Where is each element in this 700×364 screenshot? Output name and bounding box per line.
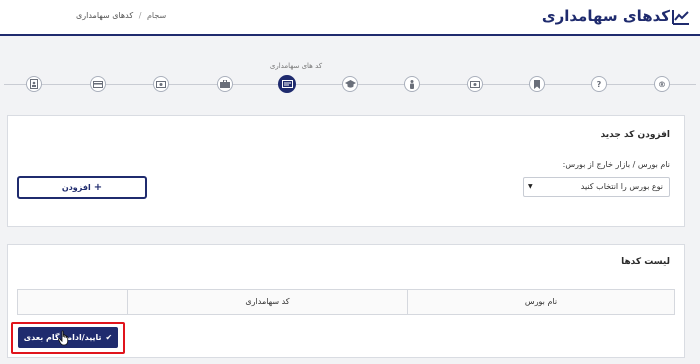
registered-icon: ® bbox=[658, 79, 666, 89]
step-registered[interactable]: ® bbox=[654, 76, 670, 92]
step-education[interactable] bbox=[342, 76, 358, 92]
exchange-type-select[interactable]: نوع بورس را انتخاب کنید ▼ bbox=[523, 177, 670, 197]
active-step-caption: کد های سهامداری bbox=[269, 62, 323, 70]
question-icon: ? bbox=[596, 79, 602, 89]
id-card-icon bbox=[281, 80, 293, 88]
step-money-1[interactable] bbox=[467, 76, 483, 92]
column-header-actions bbox=[18, 290, 127, 314]
page-title: کدهای سهامداری bbox=[541, 7, 670, 25]
codes-list-heading: لیست کدها bbox=[621, 257, 670, 267]
add-button-label: افزودن bbox=[61, 183, 91, 192]
check-icon: ✔ bbox=[105, 333, 113, 342]
breadcrumb: سجام / کدهای سهامداری bbox=[76, 11, 166, 20]
add-code-panel: افزودن کد جدید نام بورس / بازار خارج از … bbox=[7, 115, 685, 227]
contact-card-icon bbox=[30, 79, 38, 89]
exchange-type-select-value: نوع بورس را انتخاب کنید bbox=[580, 182, 663, 191]
step-bookmark[interactable] bbox=[529, 76, 545, 92]
chart-line-icon bbox=[672, 10, 689, 25]
step-person[interactable] bbox=[404, 76, 420, 92]
breadcrumb-home[interactable]: سجام bbox=[147, 11, 166, 20]
hand-cursor-icon bbox=[58, 330, 69, 346]
step-contact[interactable] bbox=[26, 76, 42, 92]
breadcrumb-separator: / bbox=[138, 11, 142, 20]
breadcrumb-current: کدهای سهامداری bbox=[76, 11, 134, 20]
codes-table: نام بورس کد سهامداری bbox=[17, 289, 675, 315]
column-header-shareholder-code: کد سهامداری bbox=[127, 290, 407, 314]
exchange-field-label: نام بورس / بازار خارج از بورس: bbox=[562, 160, 670, 169]
step-job[interactable] bbox=[217, 76, 233, 92]
money-icon bbox=[470, 80, 480, 88]
bookmark-icon bbox=[534, 79, 540, 89]
column-header-exchange: نام بورس bbox=[407, 290, 674, 314]
briefcase-icon bbox=[220, 80, 230, 88]
add-code-heading: افزودن کد جدید bbox=[600, 130, 670, 140]
step-bank-card[interactable] bbox=[90, 76, 106, 92]
step-shareholder-codes[interactable] bbox=[278, 75, 296, 93]
person-icon bbox=[410, 79, 414, 89]
step-question[interactable]: ? bbox=[591, 76, 607, 92]
money-icon bbox=[156, 80, 166, 88]
credit-card-icon bbox=[93, 80, 103, 88]
graduation-cap-icon bbox=[344, 80, 356, 88]
caret-down-icon: ▼ bbox=[528, 183, 533, 190]
plus-icon: + bbox=[93, 182, 103, 193]
step-money-2[interactable] bbox=[153, 76, 169, 92]
add-button[interactable]: + افزودن bbox=[17, 176, 147, 199]
step-indicator: کد های سهامداری ® ? bbox=[0, 38, 700, 108]
header: کدهای سهامداری سجام / کدهای سهامداری bbox=[0, 0, 700, 36]
